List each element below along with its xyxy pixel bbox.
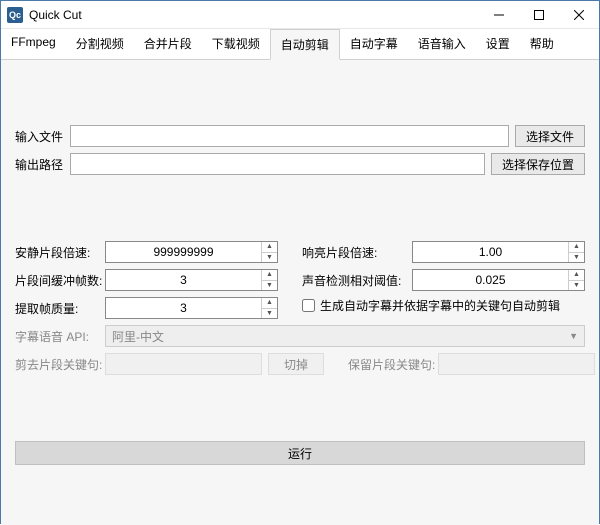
cut-button[interactable]: 切掉 xyxy=(268,353,324,375)
tab-auto-subtitle[interactable]: 自动字幕 xyxy=(340,29,408,59)
tab-help[interactable]: 帮助 xyxy=(520,29,564,59)
maximize-button[interactable] xyxy=(519,1,559,29)
loud-speed-label: 响亮片段倍速: xyxy=(302,244,412,261)
frame-quality-input[interactable] xyxy=(106,298,261,318)
tab-download-video[interactable]: 下载视频 xyxy=(202,29,270,59)
buffer-frames-spinner[interactable]: ▲▼ xyxy=(105,269,278,291)
tab-bar: FFmpeg 分割视频 合并片段 下载视频 自动剪辑 自动字幕 语音输入 设置 … xyxy=(1,29,599,60)
loud-speed-input[interactable] xyxy=(413,242,568,262)
quiet-speed-label: 安静片段倍速: xyxy=(15,244,105,261)
window-title: Quick Cut xyxy=(29,8,479,22)
choose-file-button[interactable]: 选择文件 xyxy=(515,125,585,147)
close-button[interactable] xyxy=(559,1,599,29)
cut-keywords-input xyxy=(105,353,262,375)
input-file-label: 输入文件 xyxy=(15,128,70,145)
buffer-frames-input[interactable] xyxy=(106,270,261,290)
spinner-up-icon[interactable]: ▲ xyxy=(262,298,277,309)
tab-merge-clips[interactable]: 合并片段 xyxy=(134,29,202,59)
threshold-spinner[interactable]: ▲▼ xyxy=(412,269,585,291)
quiet-speed-input[interactable] xyxy=(106,242,261,262)
spinner-down-icon[interactable]: ▼ xyxy=(262,309,277,319)
spinner-up-icon[interactable]: ▲ xyxy=(262,242,277,253)
run-button[interactable]: 运行 xyxy=(15,441,585,465)
threshold-input[interactable] xyxy=(413,270,568,290)
threshold-label: 声音检测相对阈值: xyxy=(302,272,412,289)
tab-ffmpeg[interactable]: FFmpeg xyxy=(1,29,66,59)
minimize-button[interactable] xyxy=(479,1,519,29)
spinner-down-icon[interactable]: ▼ xyxy=(569,253,584,263)
spinner-up-icon[interactable]: ▲ xyxy=(569,270,584,281)
spinner-up-icon[interactable]: ▲ xyxy=(262,270,277,281)
keep-keywords-input xyxy=(438,353,595,375)
app-icon: Qc xyxy=(7,7,23,23)
frame-quality-spinner[interactable]: ▲▼ xyxy=(105,297,278,319)
titlebar: Qc Quick Cut xyxy=(1,1,599,29)
spinner-down-icon[interactable]: ▼ xyxy=(569,281,584,291)
buffer-frames-label: 片段间缓冲帧数: xyxy=(15,272,105,289)
subtitle-api-value: 阿里-中文 xyxy=(112,328,164,345)
auto-subtitle-label: 生成自动字幕并依据字幕中的关键句自动剪辑 xyxy=(320,297,560,314)
keep-keywords-label: 保留片段关键句: xyxy=(348,356,438,373)
frame-quality-label: 提取帧质量: xyxy=(15,300,105,317)
input-file-row: 输入文件 选择文件 xyxy=(15,125,585,147)
subtitle-api-select[interactable]: 阿里-中文 ▼ xyxy=(105,325,585,347)
quiet-speed-spinner[interactable]: ▲▼ xyxy=(105,241,278,263)
tab-voice-input[interactable]: 语音输入 xyxy=(408,29,476,59)
tab-split-video[interactable]: 分割视频 xyxy=(66,29,134,59)
output-path-field[interactable] xyxy=(70,153,485,175)
choose-save-location-button[interactable]: 选择保存位置 xyxy=(491,153,585,175)
chevron-down-icon: ▼ xyxy=(569,331,578,341)
auto-subtitle-checkbox[interactable] xyxy=(302,299,315,312)
output-path-row: 输出路径 选择保存位置 xyxy=(15,153,585,175)
cut-keywords-label: 剪去片段关键句: xyxy=(15,356,105,373)
spinner-up-icon[interactable]: ▲ xyxy=(569,242,584,253)
output-path-label: 输出路径 xyxy=(15,156,70,173)
tab-settings[interactable]: 设置 xyxy=(476,29,520,59)
input-file-field[interactable] xyxy=(70,125,509,147)
subtitle-api-label: 字幕语音 API: xyxy=(15,328,105,345)
tab-auto-edit[interactable]: 自动剪辑 xyxy=(270,29,340,60)
spinner-down-icon[interactable]: ▼ xyxy=(262,253,277,263)
content-area: 输入文件 选择文件 输出路径 选择保存位置 安静片段倍速: ▲▼ 片段间缓冲帧数… xyxy=(1,60,599,525)
spinner-down-icon[interactable]: ▼ xyxy=(262,281,277,291)
loud-speed-spinner[interactable]: ▲▼ xyxy=(412,241,585,263)
